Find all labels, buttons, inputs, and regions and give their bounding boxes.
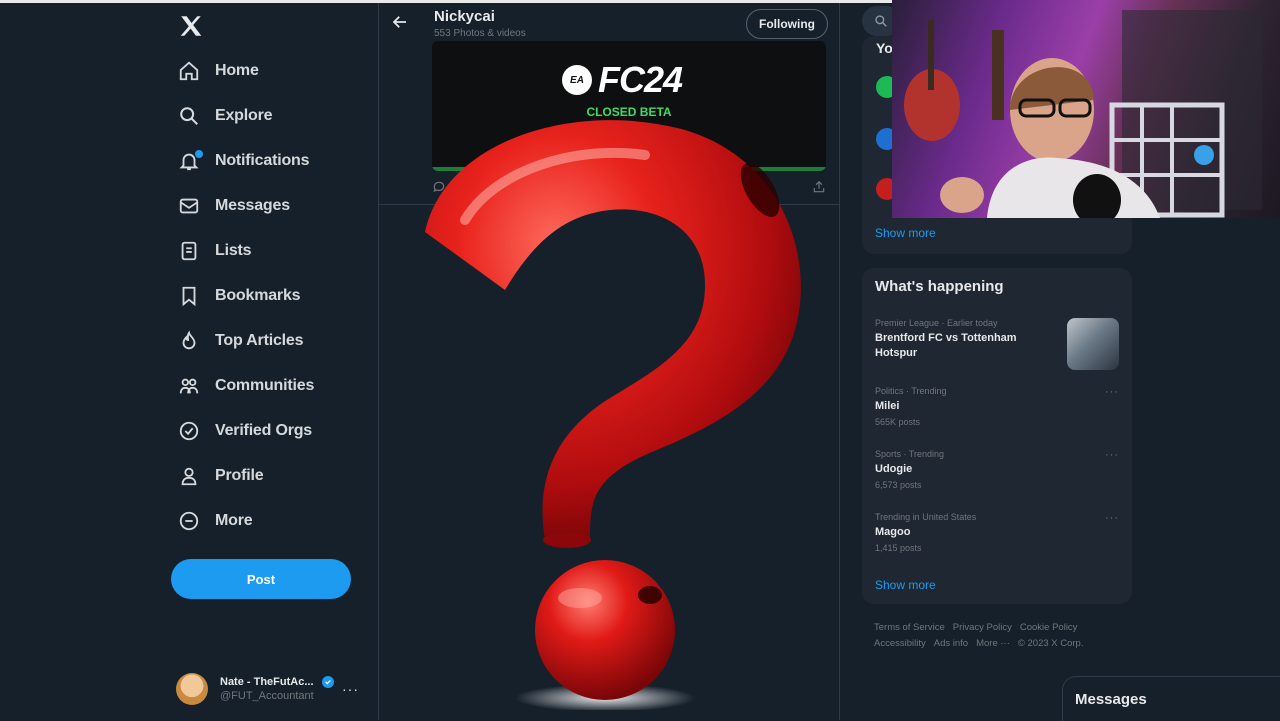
ellipsis-icon[interactable]: ··· — [342, 681, 359, 697]
ellipsis-icon[interactable]: ··· — [1105, 449, 1119, 461]
whats-happening-panel: What's happening Premier League · Earlie… — [862, 268, 1132, 604]
profile-media-count: 553 Photos & videos — [434, 28, 526, 39]
trend-name: Brentford FC vs Tottenham Hotspur — [875, 332, 1017, 359]
copyright: © 2023 X Corp. — [1017, 638, 1084, 649]
sidebar-item-label: Verified Orgs — [215, 422, 312, 439]
footer-link-terms[interactable]: Terms of Service — [874, 622, 945, 633]
bookmark-icon — [176, 283, 202, 309]
trend-category: Politics · Trending — [875, 386, 947, 396]
messages-drawer[interactable]: Messages — [1062, 676, 1280, 721]
back-arrow-icon[interactable] — [391, 13, 409, 31]
sidebar-item-bookmarks[interactable]: Bookmarks — [176, 279, 301, 313]
webcam-scene — [904, 10, 1262, 218]
trend-post-count: 6,573 posts — [875, 480, 922, 490]
following-button[interactable]: Following — [746, 9, 828, 39]
sidebar-item-notifications[interactable]: Notifications — [176, 144, 309, 178]
sidebar-nav: Home Explore Notifications Messages List… — [0, 3, 378, 720]
home-icon — [176, 58, 202, 84]
trend-item[interactable]: Premier League · Earlier today Brentford… — [875, 318, 1119, 370]
x-logo-icon[interactable] — [178, 13, 204, 39]
ea-logo: EA — [562, 65, 592, 95]
person-icon — [176, 463, 202, 489]
sidebar-item-verified-orgs[interactable]: Verified Orgs — [176, 414, 312, 448]
who-to-follow-title: Yo — [876, 40, 893, 56]
verified-badge-icon — [321, 676, 334, 688]
sidebar-item-more[interactable]: More — [176, 504, 253, 538]
fc24-text: FC24 — [598, 59, 683, 100]
sidebar-item-label: Top Articles — [215, 332, 304, 349]
post-button[interactable]: Post — [171, 559, 351, 599]
show-more-link[interactable]: Show more — [875, 226, 936, 240]
notification-badge — [195, 150, 203, 158]
avatar — [176, 673, 208, 705]
ellipsis-icon[interactable]: ··· — [1105, 512, 1119, 524]
footer-link-ads[interactable]: Ads info — [934, 638, 968, 649]
more-circle-icon — [176, 508, 202, 534]
trend-name: Milei — [875, 400, 900, 412]
search-icon — [176, 103, 202, 129]
messages-drawer-title: Messages — [1075, 691, 1147, 708]
flame-icon — [176, 328, 202, 354]
sidebar-item-top-articles[interactable]: Top Articles — [176, 324, 303, 358]
footer-link-cookie[interactable]: Cookie Policy — [1020, 622, 1078, 633]
sidebar-item-communities[interactable]: Communities — [176, 369, 314, 403]
trend-item[interactable]: Sports · Trending Udogie 6,573 posts ··· — [875, 449, 1119, 490]
webcam-overlay — [892, 0, 1280, 218]
sidebar-item-label: Home — [215, 62, 259, 79]
trend-name: Magoo — [875, 526, 911, 538]
list-icon — [176, 238, 202, 264]
trend-post-count: 1,415 posts — [875, 543, 922, 553]
sidebar-item-profile[interactable]: Profile — [176, 459, 264, 493]
sidebar-item-label: Messages — [215, 197, 290, 214]
people-icon — [176, 373, 202, 399]
show-more-link[interactable]: Show more — [875, 578, 936, 592]
sidebar-item-label: Notifications — [215, 152, 310, 169]
sidebar-item-label: Bookmarks — [215, 287, 301, 304]
footer-link-more[interactable]: More ··· — [976, 638, 1010, 649]
sidebar-item-label: Lists — [215, 242, 252, 259]
footer-link-privacy[interactable]: Privacy Policy — [953, 622, 1012, 633]
search-icon — [875, 15, 887, 27]
profile-name: Nickycai — [434, 8, 495, 25]
ellipsis-icon[interactable]: ··· — [1105, 386, 1119, 398]
right-sidebar: Yo Show more What's happening Premier Le… — [840, 0, 1280, 721]
sidebar-item-label: Profile — [215, 467, 264, 484]
sidebar-item-home[interactable]: Home — [176, 54, 259, 88]
trend-category: Sports · Trending — [875, 449, 945, 459]
check-circle-icon — [176, 418, 202, 444]
sidebar-item-lists[interactable]: Lists — [176, 234, 252, 268]
trend-thumbnail — [1067, 318, 1119, 370]
footer-link-accessibility[interactable]: Accessibility — [874, 638, 926, 649]
sidebar-item-label: Communities — [215, 377, 315, 394]
trend-post-count: 565K posts — [875, 417, 921, 427]
sidebar-item-label: More — [215, 512, 253, 529]
bell-icon — [176, 148, 203, 174]
trend-item[interactable]: Trending in United States Magoo 1,415 po… — [875, 512, 1119, 553]
trend-name: Udogie — [875, 463, 913, 475]
sidebar-item-messages[interactable]: Messages — [176, 189, 290, 223]
whats-happening-title: What's happening — [875, 278, 1004, 295]
account-switcher[interactable]: Nate - TheFutAc... @FUT_Accountant ··· — [176, 667, 371, 711]
account-handle: @FUT_Accountant — [220, 690, 314, 702]
fc24-logo: EA FC24 — [562, 59, 683, 101]
account-name: Nate - TheFutAc... — [220, 676, 314, 688]
envelope-icon — [176, 193, 202, 219]
footer-links: Terms of Service Privacy Policy Cookie Pol… — [874, 620, 1134, 652]
sidebar-item-label: Explore — [215, 107, 273, 124]
trend-category: Trending in United States — [875, 512, 977, 522]
question-mark-overlay — [425, 120, 801, 710]
trend-item[interactable]: Politics · Trending Milei 565K posts ··· — [875, 386, 1119, 427]
sidebar-item-explore[interactable]: Explore — [176, 99, 272, 133]
